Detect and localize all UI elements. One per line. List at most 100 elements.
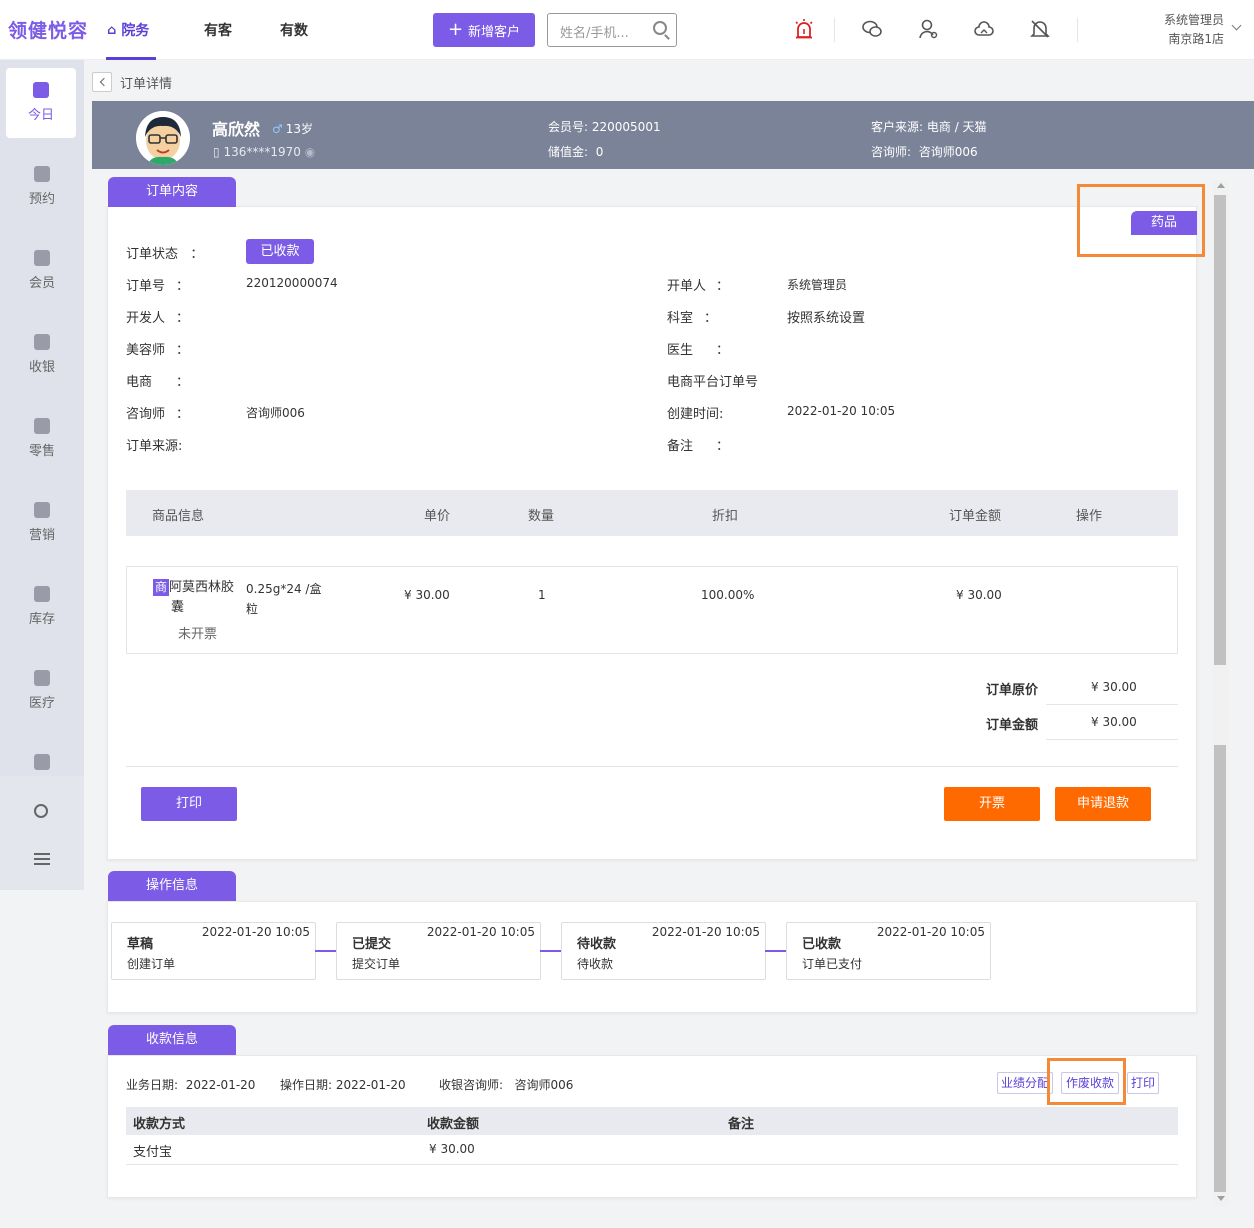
sidebar: 今日 预约 会员 收银 零售 营销 库存 医疗 (0, 60, 84, 890)
scroll-up-arrow[interactable] (1217, 183, 1225, 188)
column-header: 收款金额 (427, 1117, 480, 1132)
column-header: 商品信息 (152, 509, 205, 524)
search-icon[interactable] (34, 804, 48, 818)
discount: 100.00% (701, 588, 755, 602)
field-label: 订单号 (126, 279, 166, 294)
field-label: 开单人 (667, 279, 707, 294)
divider (126, 766, 1178, 767)
column-header: 订单金额 (949, 509, 1002, 524)
field-label: 美容师 (126, 343, 166, 358)
step-connector (765, 950, 787, 952)
refund-button[interactable]: 申请退款 (1055, 787, 1151, 821)
invoice-status: 未开票 (178, 627, 218, 642)
eye-icon[interactable]: ◉ (305, 145, 315, 159)
member-icon (34, 250, 50, 266)
original-price-label: 订单原价 (986, 683, 1039, 698)
search-input[interactable]: 姓名/手机... (547, 13, 677, 47)
payment-amount: ¥ 30.00 (429, 1142, 475, 1156)
calendar-icon (34, 166, 50, 182)
field-label: 医生 (667, 343, 694, 358)
payment-print-button[interactable]: 打印 (1127, 1072, 1159, 1094)
sidebar-item-today[interactable]: 今日 (6, 68, 76, 138)
quantity: 1 (538, 588, 546, 602)
tab-order-content[interactable]: 订单内容 (108, 177, 236, 207)
field-colon: ： (176, 407, 190, 422)
plus-icon: + (447, 19, 464, 40)
divider (1046, 704, 1178, 705)
sidebar-item-inventory[interactable]: 库存 (0, 564, 84, 648)
scroll-down-arrow[interactable] (1217, 1196, 1225, 1201)
field-colon: ： (176, 343, 190, 358)
person-icon[interactable] (916, 18, 940, 42)
scrollbar-thumb-lower[interactable] (1214, 745, 1226, 1192)
sidebar-item-marketing[interactable]: 营销 (0, 480, 84, 564)
field-label: 备注 (667, 439, 694, 454)
step-submitted: 已提交 2022-01-20 10:05 提交订单 (336, 922, 541, 980)
field-colon: ： (176, 375, 190, 390)
user-menu[interactable]: 系统管理员 南京路1店 (1164, 11, 1224, 49)
nav-item-youke[interactable]: 有客 (204, 0, 232, 60)
back-button[interactable] (92, 72, 112, 92)
product-spec: 0.25g*24 /盒 粒 (246, 582, 322, 616)
app-logo: 领健悦容 (8, 20, 89, 42)
original-price: ¥ 30.00 (1091, 680, 1137, 694)
chevron-down-icon[interactable] (1231, 20, 1242, 31)
column-header: 折扣 (712, 509, 739, 524)
invoice-button[interactable]: 开票 (944, 787, 1040, 821)
product-table-header: 商品信息 单价 数量 折扣 订单金额 操作 (126, 490, 1178, 536)
tab-payment[interactable]: 收款信息 (108, 1025, 236, 1055)
customer-phone: ▯ 136****1970 ◉ (213, 145, 316, 159)
customer-age: ♂ 13岁 (272, 122, 314, 136)
menu-icon[interactable] (34, 853, 50, 865)
sidebar-item-appointment[interactable]: 预约 (0, 144, 84, 228)
order-number: 220120000074 (246, 276, 338, 290)
yen-icon (34, 334, 50, 350)
order-creator: 系统管理员 (787, 278, 848, 292)
field-label: 开发人 (126, 311, 166, 326)
customer-info-bar: 高欣然 ♂ 13岁 ▯ 136****1970 ◉ 会员号: 220005001 … (92, 101, 1254, 169)
performance-split-button[interactable]: 业绩分配 (997, 1072, 1053, 1094)
member-number: 会员号: 220005001 (548, 120, 661, 134)
field-label: 创建时间: (667, 407, 724, 422)
business-date: 业务日期: 2022-01-20 (126, 1078, 256, 1092)
divider (1046, 739, 1178, 740)
scrollbar-thumb[interactable] (1214, 195, 1226, 665)
print-button[interactable]: 打印 (141, 787, 237, 821)
column-header: 单价 (424, 509, 451, 524)
add-customer-button[interactable]: + 新增客户 (433, 13, 535, 47)
divider (126, 1164, 1178, 1165)
sidebar-item-cashier[interactable]: 收银 (0, 312, 84, 396)
order-created-time: 2022-01-20 10:05 (787, 404, 896, 418)
sidebar-tools (0, 776, 84, 890)
stored-balance: 储值金: 0 (548, 145, 604, 159)
medical-icon (34, 670, 50, 686)
search-icon[interactable] (653, 21, 667, 35)
field-label: 电商 (126, 375, 153, 390)
tab-operations[interactable]: 操作信息 (108, 871, 236, 901)
step-connector (315, 950, 337, 952)
wechat-icon[interactable] (860, 18, 884, 42)
field-colon: ： (716, 343, 730, 358)
sidebar-item-member[interactable]: 会员 (0, 228, 84, 312)
column-header: 收款方式 (133, 1117, 186, 1132)
top-bar: 领健悦容 ⌂ 院务 有客 有数 + 新增客户 姓名/手机... 系统管理员 南京… (0, 0, 1254, 60)
sidebar-item-more[interactable] (0, 732, 84, 776)
step-paid: 已收款 2022-01-20 10:05 订单已支付 (786, 922, 991, 980)
field-label: 电商平台订单号 (667, 375, 759, 390)
cloud-icon[interactable] (972, 18, 996, 42)
sidebar-item-retail[interactable]: 零售 (0, 396, 84, 480)
order-consultant: 咨询师006 (246, 406, 305, 420)
table-row: 商阿莫西林胶 囊 0.25g*24 /盒 粒 未开票 ¥ 30.00 1 100… (126, 566, 1178, 654)
male-icon: ♂ (272, 122, 283, 136)
sidebar-item-medical[interactable]: 医疗 (0, 648, 84, 732)
column-header: 备注 (728, 1117, 755, 1132)
nav-item-youshu[interactable]: 有数 (280, 0, 308, 60)
bell-off-icon[interactable] (1028, 18, 1052, 42)
divider (834, 18, 835, 42)
alarm-icon[interactable] (792, 18, 816, 42)
nav-item-yuanwu[interactable]: ⌂ 院务 (107, 0, 149, 60)
bag-icon (34, 418, 50, 434)
medical-plus-icon (34, 754, 50, 770)
avatar (136, 111, 190, 165)
bookmark-icon (34, 502, 50, 518)
